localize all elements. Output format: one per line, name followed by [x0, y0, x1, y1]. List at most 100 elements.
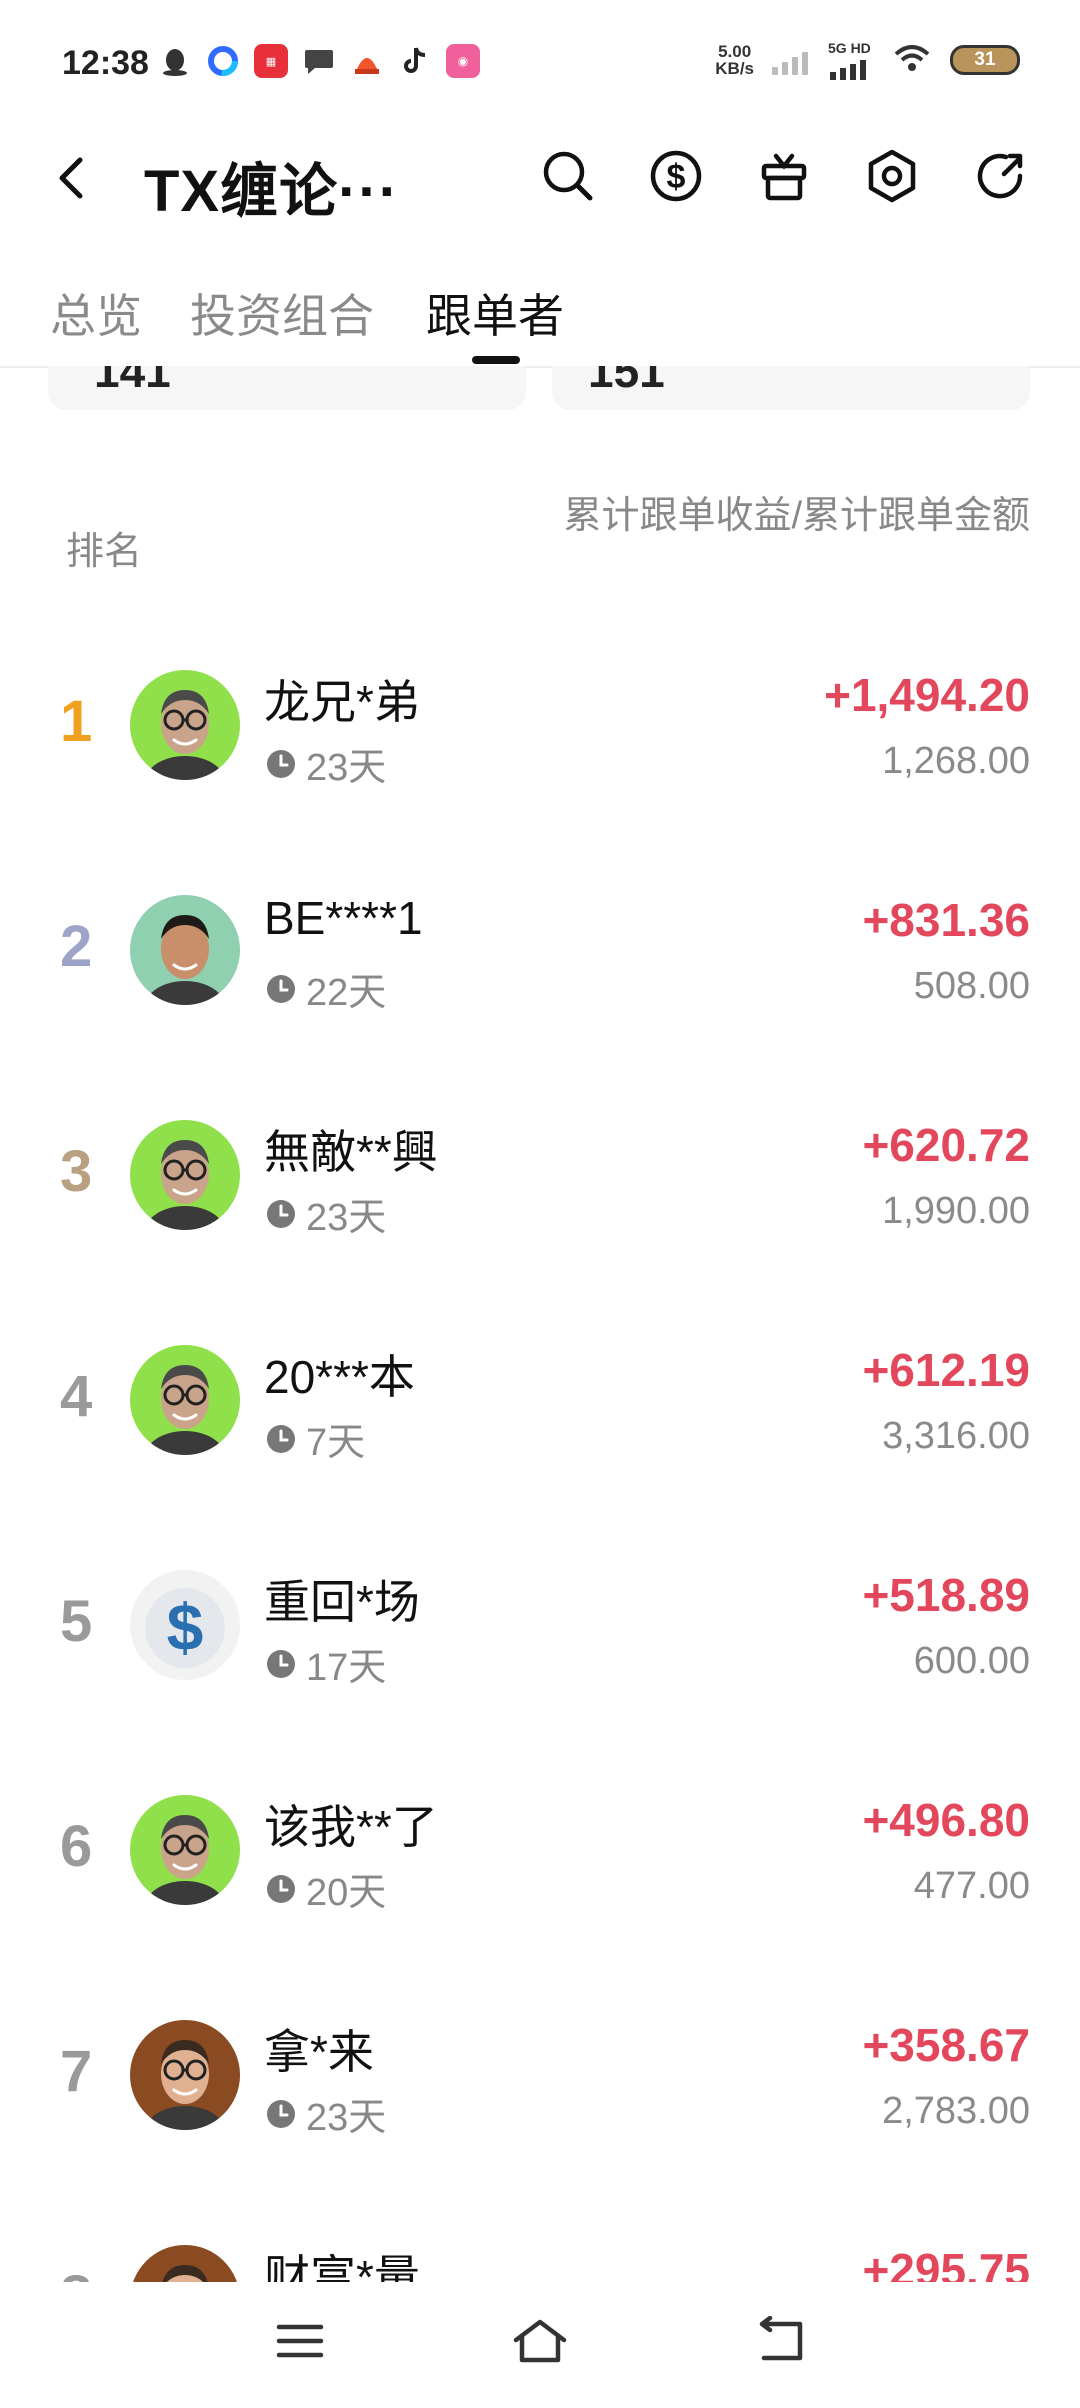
list-header: 排名 累计跟单收益/累计跟单金额 — [0, 480, 1080, 600]
summary-card-left: 141 — [48, 366, 526, 410]
active-tab-indicator — [472, 356, 520, 364]
tab-overview[interactable]: 总览 — [50, 280, 142, 346]
dollar-icon[interactable]: $ — [644, 144, 708, 208]
follower-row[interactable]: 5 $ 重回*场 17天 +518.89 600.00 — [0, 1530, 1080, 1730]
follower-row[interactable]: 3 無敵**興 23天 +620.72 1,990.00 — [0, 1080, 1080, 1280]
follower-name: 無敵**興 — [264, 1126, 438, 1178]
follower-row[interactable]: 6 该我**了 20天 +496.80 477.00 — [0, 1755, 1080, 1955]
follower-row[interactable]: 4 20***本 7天 +612.19 3,316.00 — [0, 1305, 1080, 1505]
cumulative-profit: +831.36 — [862, 894, 1030, 946]
avatar[interactable] — [130, 2020, 240, 2130]
follow-days: 7天 — [306, 1422, 366, 1464]
summary-card-right: 151 — [552, 366, 1030, 410]
rank-number: 5 — [60, 1589, 93, 1654]
net-speed-value: 5.00 — [718, 42, 752, 61]
back-nav-icon[interactable] — [740, 2306, 820, 2376]
app-header: TX缠论··· $ — [0, 120, 1080, 240]
follower-name: BE****1 — [264, 892, 423, 944]
follow-duration: 7天 — [266, 1411, 365, 1466]
rank-number: 7 — [60, 2039, 93, 2104]
cumulative-amount: 477.00 — [913, 1865, 1030, 1907]
search-icon[interactable] — [536, 144, 600, 208]
lala-app-icon: ◉ — [446, 44, 480, 78]
follower-row[interactable]: 2 BE****1 22天 +831.36 508.00 — [0, 855, 1080, 1055]
tab-bar: 总览 投资组合 跟单者 — [0, 268, 1080, 364]
follow-duration: 23天 — [266, 2086, 386, 2141]
cumulative-profit: +518.89 — [862, 1569, 1030, 1621]
system-nav-bar — [0, 2282, 1080, 2408]
cumulative-amount: 2,783.00 — [882, 2090, 1030, 2132]
avatar[interactable]: $ — [130, 1570, 240, 1680]
notification-icons: ▦ ◉ — [158, 44, 480, 78]
wifi-icon — [892, 42, 932, 79]
net-speed-unit: KB/s — [715, 59, 754, 78]
clock-icon — [267, 974, 295, 1003]
signal-icon-sim1 — [772, 45, 808, 75]
gift-icon[interactable] — [752, 144, 816, 208]
follower-name: 拿*来 — [264, 2026, 374, 2078]
svg-text:$: $ — [167, 1590, 204, 1664]
rank-number: 3 — [60, 1139, 93, 1204]
person-avatar-icon — [130, 2020, 240, 2130]
follower-name: 该我**了 — [264, 1801, 438, 1853]
follower-name: 龙兄*弟 — [264, 676, 420, 728]
qq-icon — [158, 44, 192, 78]
back-icon[interactable] — [52, 152, 92, 204]
clock-icon — [267, 749, 295, 778]
tab-followers[interactable]: 跟单者 — [426, 280, 564, 346]
cumulative-profit: +496.80 — [862, 1794, 1030, 1846]
follow-days: 23天 — [306, 747, 387, 789]
status-bar: 12:38 ▦ ◉ 5.00 KB/s 5G HD 31 — [0, 0, 1080, 120]
person-avatar-icon — [130, 1120, 240, 1230]
follower-name: 重回*场 — [264, 1576, 420, 1628]
clock-icon — [267, 1649, 295, 1678]
person-avatar-icon — [130, 895, 240, 1005]
follower-name: 20***本 — [264, 1351, 415, 1403]
system-status: 5.00 KB/s 5G HD 31 — [715, 40, 1020, 80]
menu-icon[interactable] — [260, 2306, 340, 2376]
follow-duration: 23天 — [266, 1186, 386, 1241]
cumulative-amount: 1,990.00 — [882, 1190, 1030, 1232]
avatar[interactable] — [130, 670, 240, 780]
avatar[interactable] — [130, 1345, 240, 1455]
status-time: 12:38 — [62, 44, 149, 82]
cumulative-amount: 508.00 — [913, 965, 1030, 1007]
cumulative-profit: +612.19 — [862, 1344, 1030, 1396]
follow-duration: 22天 — [266, 961, 386, 1016]
cumulative-amount: 3,316.00 — [882, 1415, 1030, 1457]
signal-icon-sim2: 5G HD — [826, 40, 874, 80]
avatar[interactable] — [130, 1795, 240, 1905]
clock-icon — [267, 2099, 295, 2128]
cumulative-amount: 600.00 — [913, 1640, 1030, 1682]
clock-icon — [267, 1199, 295, 1228]
follow-days: 22天 — [306, 972, 387, 1014]
summary-card-right-value: 151 — [588, 366, 665, 397]
cumulative-profit: +358.67 — [862, 2019, 1030, 2071]
dollar-avatar-icon: $ — [130, 1570, 240, 1680]
follow-days: 17天 — [306, 1647, 387, 1689]
settings-hex-icon[interactable] — [860, 144, 924, 208]
follow-days: 20天 — [306, 1872, 387, 1914]
news-app-icon: ▦ — [254, 44, 288, 78]
avatar[interactable] — [130, 895, 240, 1005]
tiktok-icon — [398, 44, 432, 78]
person-avatar-icon — [130, 670, 240, 780]
svg-text:$: $ — [667, 158, 686, 196]
page-title: TX缠论··· — [144, 159, 400, 224]
game-app-icon — [350, 44, 384, 78]
rank-column-label: 排名 — [66, 531, 143, 573]
rank-number: 2 — [60, 914, 93, 979]
cumulative-profit: +1,494.20 — [824, 669, 1030, 721]
follower-row[interactable]: 1 龙兄*弟 23天 +1,494.20 1,268.00 — [0, 630, 1080, 830]
rank-number: 1 — [60, 689, 93, 754]
avatar[interactable] — [130, 1120, 240, 1230]
share-icon[interactable] — [968, 144, 1032, 208]
follow-days: 23天 — [306, 1197, 387, 1239]
browser-icon — [206, 44, 240, 78]
follower-row[interactable]: 7 拿*来 23天 +358.67 2,783.00 — [0, 1980, 1080, 2180]
follow-days: 23天 — [306, 2097, 387, 2139]
home-icon[interactable] — [500, 2306, 580, 2376]
tab-portfolio[interactable]: 投资组合 — [190, 280, 374, 346]
person-avatar-icon — [130, 1345, 240, 1455]
rank-number: 4 — [60, 1364, 93, 1429]
